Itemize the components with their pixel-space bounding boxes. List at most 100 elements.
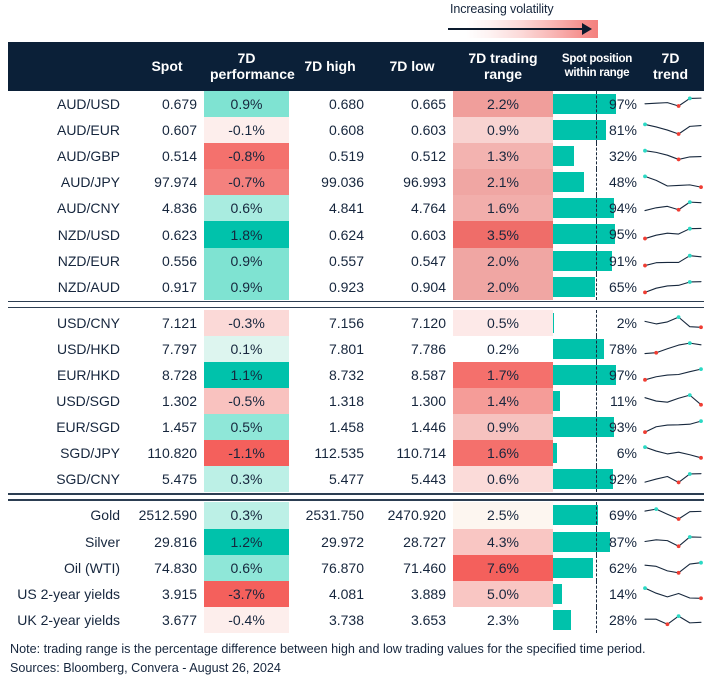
midpoint-dashed-line — [596, 502, 598, 529]
cell-trading-range: 0.9% — [453, 117, 553, 144]
position-bar — [553, 224, 615, 245]
position-bar — [553, 391, 561, 412]
header-spot: Spot — [130, 42, 204, 91]
cell-spot: 97.974 — [154, 174, 197, 191]
sparkline-path — [644, 150, 702, 161]
sparkline-chart — [644, 200, 702, 213]
midpoint-dashed-line — [596, 528, 598, 555]
sparkline-path — [644, 615, 702, 625]
sparkline-high-marker — [654, 507, 659, 512]
cell-high: 4.081 — [328, 585, 364, 602]
cell-spot-position: 69% — [553, 502, 641, 529]
cell-trend — [641, 529, 704, 555]
cell-performance: -0.7% — [204, 169, 289, 196]
position-percent-label: 14% — [608, 585, 637, 602]
header-performance: 7D performance — [204, 42, 295, 91]
midpoint-dashed-line — [596, 466, 598, 493]
cell-trading-range: 2.1% — [453, 169, 553, 196]
row-instrument-label: US 2-year yields — [17, 585, 120, 602]
sparkline-path — [644, 446, 702, 459]
position-bar — [553, 505, 598, 526]
position-bar-zone: 65% — [553, 273, 641, 300]
sparkline-low-marker — [699, 596, 703, 600]
cell-performance: 0.5% — [204, 414, 289, 441]
position-bar-zone: 11% — [553, 388, 641, 415]
cell-low: 0.603 — [410, 226, 446, 243]
cell-performance: 0.3% — [204, 502, 289, 529]
table-row: AUD/GBP 0.514 -0.8% 0.519 0.512 1.3% 32% — [8, 143, 704, 170]
table-row: AUD/EUR 0.607 -0.1% 0.608 0.603 0.9% 81% — [8, 117, 704, 144]
table-body: AUD/USD 0.679 0.9% 0.680 0.665 2.2% 97% AUD/EUR… — [8, 91, 704, 633]
position-percent-label: 28% — [608, 611, 637, 628]
sparkline-high-marker — [699, 560, 703, 565]
cell-performance: 0.9% — [204, 247, 289, 274]
cell-performance: -1.1% — [204, 440, 289, 467]
cell-spot-position: 87% — [553, 528, 641, 555]
cell-trend — [641, 117, 704, 143]
table-row: AUD/JPY 97.974 -0.7% 99.036 96.993 2.1% 48% — [8, 169, 704, 196]
sparkline-low-marker — [676, 570, 681, 575]
cell-spot-position: 81% — [553, 117, 641, 144]
position-bar — [553, 531, 610, 552]
cell-high: 1.318 — [328, 393, 364, 410]
cell-low: 0.904 — [410, 278, 446, 295]
sparkline-chart — [643, 279, 702, 294]
position-bar-zone: 48% — [553, 169, 641, 196]
cell-spot: 110.820 — [147, 445, 197, 462]
cell-low: 0.547 — [410, 252, 446, 269]
cell-trading-range: 3.5% — [453, 221, 553, 248]
cell-trading-range: 1.6% — [453, 195, 553, 222]
cell-performance: -0.4% — [204, 606, 289, 633]
cell-spot-position: 11% — [553, 388, 641, 415]
cell-high: 29.972 — [321, 533, 364, 550]
cell-trend — [641, 143, 704, 169]
sparkline-low-marker — [699, 325, 703, 329]
sparkline-path — [644, 508, 702, 520]
separator-rule-top — [8, 300, 704, 303]
header-position-line1: Spot position — [561, 52, 633, 65]
midpoint-dashed-line — [596, 195, 598, 222]
sparkline-low-marker — [676, 517, 681, 522]
position-bar — [553, 146, 574, 167]
sparkline-chart — [644, 507, 702, 522]
header-high: 7D high — [289, 42, 371, 91]
cell-high: 7.156 — [328, 314, 364, 331]
cell-low: 110.714 — [396, 445, 446, 462]
cell-trend — [641, 581, 704, 607]
sparkline-path — [644, 280, 702, 293]
cell-trend — [641, 248, 704, 274]
cell-low: 0.603 — [410, 122, 446, 139]
midpoint-dashed-line — [596, 606, 598, 633]
cell-spot: 8.728 — [161, 366, 197, 383]
cell-low: 7.120 — [410, 314, 446, 331]
sparkline-low-marker — [643, 290, 647, 294]
sparkline-chart — [644, 613, 702, 626]
cell-high: 8.732 — [328, 366, 364, 383]
cell-trend — [641, 388, 704, 414]
cell-performance: 0.6% — [204, 554, 289, 581]
cell-performance: 1.8% — [204, 221, 289, 248]
sparkline-path — [644, 228, 702, 240]
cell-low: 2470.920 — [387, 507, 446, 524]
position-percent-label: 2% — [616, 314, 637, 331]
row-instrument-label: AUD/USD — [56, 96, 120, 113]
cell-high: 3.738 — [328, 611, 364, 628]
cell-low: 0.512 — [410, 148, 446, 165]
cell-high: 0.680 — [328, 96, 364, 113]
sparkline-high-marker — [687, 227, 692, 232]
cell-low: 8.587 — [410, 366, 446, 383]
footer-sources: Sources: Bloomberg, Convera - August 26,… — [10, 661, 281, 675]
cell-spot-position: 65% — [553, 273, 641, 300]
volatility-arrow-line — [448, 28, 586, 30]
cell-spot: 7.797 — [161, 340, 197, 357]
sparkline-high-marker — [687, 253, 692, 258]
sparkline-chart — [643, 122, 702, 136]
footer-note: Note: trading range is the percentage di… — [10, 642, 646, 656]
cell-spot: 3.915 — [161, 585, 197, 602]
header-performance-line1: 7D — [237, 50, 256, 66]
cell-trend — [641, 555, 704, 581]
midpoint-dashed-line — [596, 273, 598, 300]
sparkline-high-marker — [643, 585, 647, 590]
row-instrument-label: USD/HKD — [56, 340, 120, 357]
position-bar — [553, 364, 617, 385]
